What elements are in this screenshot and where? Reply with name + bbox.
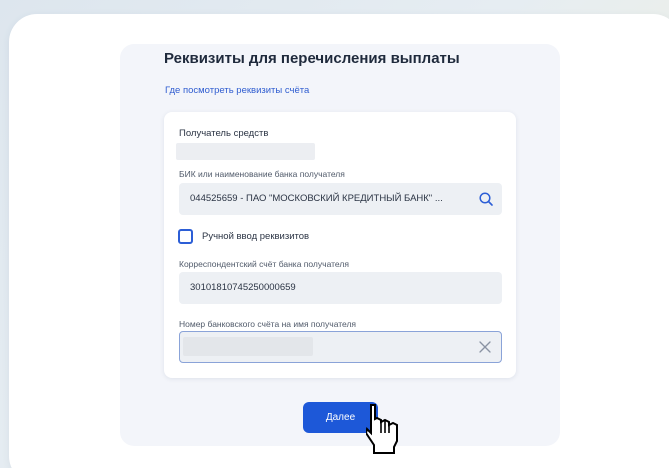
hand-cursor-icon xyxy=(366,404,398,454)
manual-entry-label[interactable]: Ручной ввод реквизитов xyxy=(202,231,309,242)
recipient-value-redacted xyxy=(176,143,315,160)
manual-entry-checkbox[interactable] xyxy=(178,229,193,244)
corr-account-field: 30101810745250000659 xyxy=(179,272,502,304)
account-number-label: Номер банковского счёта на имя получател… xyxy=(179,319,357,329)
close-icon[interactable] xyxy=(478,340,492,354)
recipient-label: Получатель средств xyxy=(179,128,269,139)
corr-account-value: 30101810745250000659 xyxy=(190,282,296,293)
account-number-value-redacted xyxy=(183,337,313,356)
bank-input-value: 044525659 - ПАО "МОСКОВСКИЙ КРЕДИТНЫЙ БА… xyxy=(190,193,443,204)
account-number-input[interactable] xyxy=(179,331,502,363)
corr-account-label: Корреспондентский счёт банка получателя xyxy=(179,259,349,269)
bank-input[interactable]: 044525659 - ПАО "МОСКОВСКИЙ КРЕДИТНЫЙ БА… xyxy=(179,183,502,215)
search-icon[interactable] xyxy=(478,191,494,207)
page-title: Реквизиты для перечисления выплаты xyxy=(164,50,460,67)
bank-label: БИК или наименование банка получателя xyxy=(179,169,345,179)
details-help-link[interactable]: Где посмотреть реквизиты счёта xyxy=(165,85,309,96)
